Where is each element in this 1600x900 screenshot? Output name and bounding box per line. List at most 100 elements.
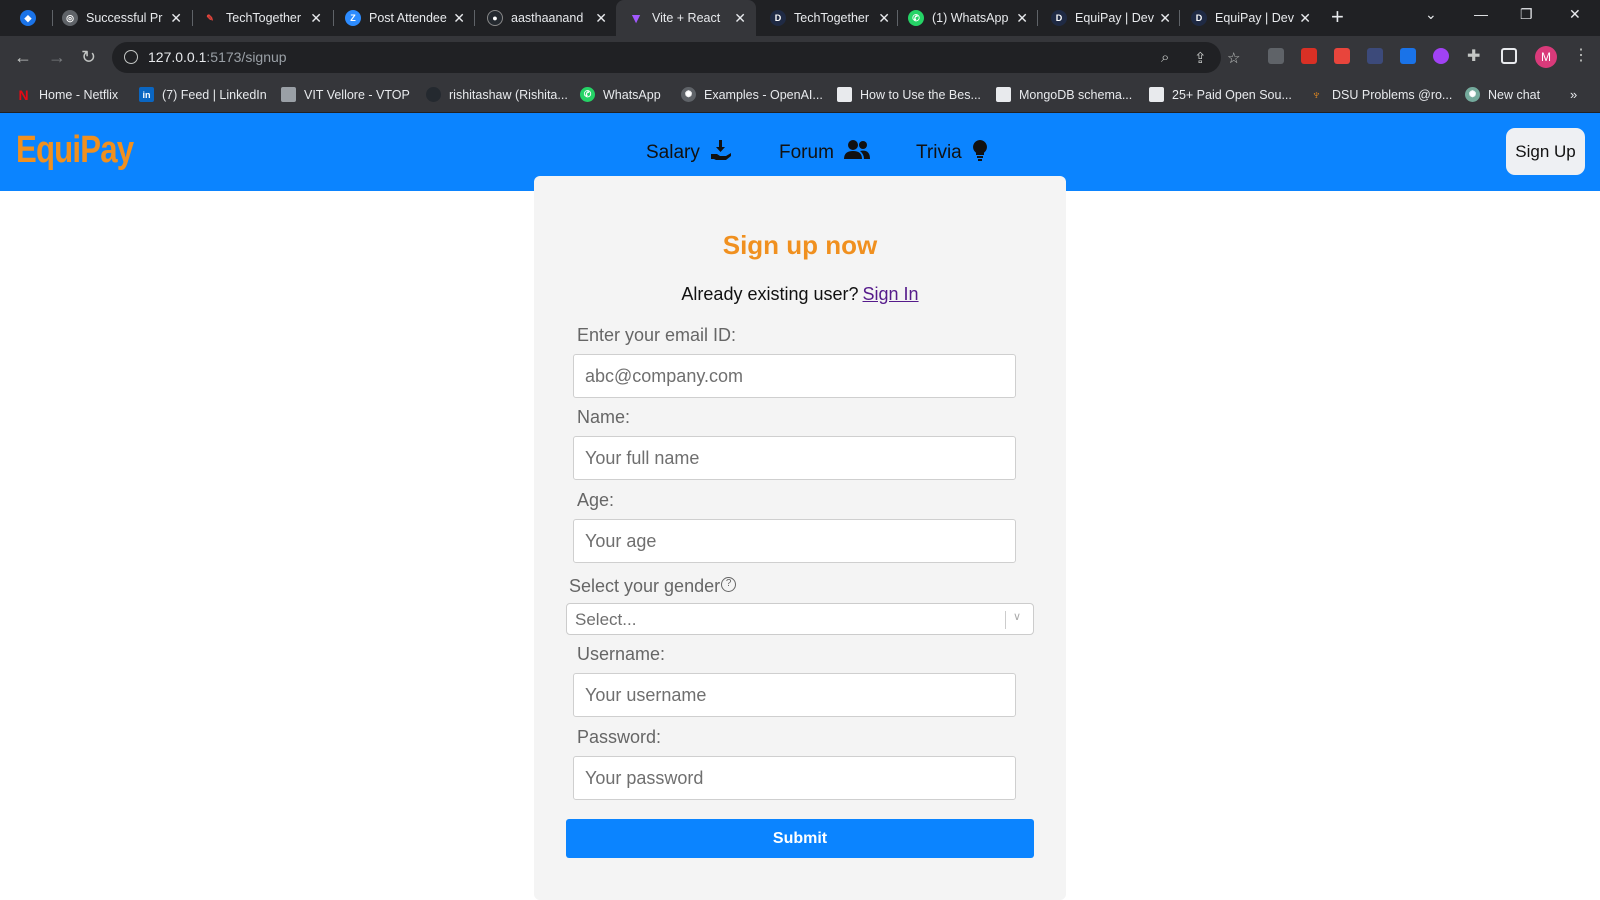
browser-tab-active[interactable]: ▼ Vite + React ✕ [616,0,756,36]
bookmark-item[interactable]: ✺ New chat [1465,87,1540,102]
bookmark-label: New chat [1488,87,1541,102]
close-icon[interactable]: ✕ [453,10,465,26]
chevron-down-icon[interactable]: ∨ [1013,610,1021,623]
existing-user-text: Already existing user? Sign In [534,284,1066,305]
nav-salary[interactable]: Salary [646,139,732,167]
bookmark-label: MongoDB schema... [1019,87,1133,102]
more-bookmarks-icon[interactable]: » [1570,87,1577,102]
whatsapp-icon: ✆ [580,87,595,102]
window-close-icon[interactable]: ✕ [1569,6,1581,23]
browser-tab-label: (1) WhatsApp [932,11,1009,25]
globe-icon: ◎ [62,10,78,26]
page-title: Sign up now [722,230,878,260]
close-icon[interactable]: ✕ [310,10,322,26]
name-field[interactable] [573,436,1016,480]
extension-icon[interactable] [1301,48,1317,64]
nav-forum[interactable]: Forum [779,139,870,167]
browser-tab[interactable]: ● aasthaanand ✕ [487,0,617,36]
extension-icon[interactable] [1334,48,1350,64]
bookmark-item[interactable]: ✆ WhatsApp [580,87,661,102]
restore-icon[interactable]: ❐ [1520,6,1533,23]
bookmark-star-icon[interactable]: ☆ [1227,49,1240,67]
bookmark-item[interactable]: How to Use the Bes... [837,87,981,102]
bookmarks-bar: N Home - Netflix in (7) Feed | LinkedIn … [0,79,1600,113]
close-icon[interactable]: ✕ [595,10,607,26]
address-bar[interactable]: 127.0.0.1:5173/signup ⌕ ⇪ ☆ [112,42,1240,73]
tab-search-icon[interactable]: ⌄ [1425,6,1437,23]
signup-card: Sign up now Already existing user? Sign I… [534,176,1066,900]
submit-button[interactable]: Submit [566,819,1034,858]
bookmark-item[interactable]: MongoDB schema... [996,87,1132,102]
extension-icon[interactable] [1400,48,1416,64]
username-field[interactable] [573,673,1016,717]
email-field[interactable] [573,354,1016,398]
browser-tab[interactable]: D EquiPay | Dev ✕ [1051,0,1181,36]
bookmark-item[interactable]: rishitashaw (Rishita... [426,87,568,102]
reload-icon[interactable]: ↻ [81,46,96,68]
password-field[interactable] [573,756,1016,800]
zoom-magnifier-icon[interactable]: ⌕ [1161,49,1169,66]
extension-icon[interactable] [1433,48,1449,64]
browser-tab[interactable]: ✆ (1) WhatsApp ✕ [908,0,1038,36]
share-icon[interactable]: ⇪ [1194,49,1207,67]
browser-tab[interactable]: D TechTogether ✕ [770,0,900,36]
age-label: Age: [577,490,615,510]
browser-tab-pinned[interactable]: ◆ [20,0,56,36]
side-panel-icon[interactable] [1501,48,1517,64]
gender-label-text: Select your gender [569,576,721,596]
browser-toolbar: ← → ↻ 127.0.0.1:5173/signup ⌕ ⇪ ☆ ✚ M ⋮ [0,36,1600,79]
bookmark-item[interactable]: N Home - Netflix [16,87,119,103]
browser-tab[interactable]: D EquiPay | Dev ✕ [1191,0,1321,36]
nav-label: Salary [646,142,700,163]
close-icon[interactable]: ✕ [170,10,182,26]
bookmark-item[interactable]: ✺ Examples - OpenAI... [681,87,823,102]
new-tab-button[interactable]: + [1331,6,1344,28]
extension-icon[interactable] [1268,48,1284,64]
age-field[interactable] [573,519,1016,563]
extension-icon[interactable] [1367,48,1383,64]
menu-kebab-icon[interactable]: ⋮ [1573,46,1589,66]
devpost-icon: D [770,10,786,26]
forward-icon[interactable]: → [48,46,66,68]
app-logo[interactable]: EquiPay [16,129,134,172]
nav-label: Trivia [916,142,962,163]
browser-tab[interactable]: ◎ Successful Pr ✕ [62,0,192,36]
email-label: Enter your email ID: [577,325,737,345]
bookmark-label: Home - Netflix [39,87,119,102]
select-separator [1005,611,1006,629]
bookmark-item[interactable]: VIT Vellore - VTOP [281,87,410,102]
bookmark-item[interactable]: in (7) Feed | LinkedIn [139,87,267,102]
help-icon[interactable]: ? [721,577,737,592]
close-icon[interactable]: ✕ [878,10,890,26]
users-icon [843,139,870,167]
browser-tab-label: TechTogether [226,11,302,25]
browser-tab-label: EquiPay | Dev [1075,11,1154,25]
techtogether-icon: ✎ [206,12,214,23]
code-icon: ♆ [1311,87,1322,102]
puzzle-icon[interactable]: ✚ [1467,46,1480,68]
existing-user-label: Already existing user? [681,284,859,304]
browser-tab[interactable]: ✎ TechTogether ✕ [202,0,332,36]
close-icon[interactable]: ✕ [734,10,746,26]
avatar[interactable]: M [1535,46,1557,68]
signin-link[interactable]: Sign In [863,284,919,304]
linkedin-icon: in [139,87,154,102]
close-icon[interactable]: ✕ [1159,10,1171,26]
gender-select[interactable]: Select... ∨ [566,603,1034,635]
page-icon [281,87,296,102]
minimize-icon[interactable]: — [1474,6,1488,22]
browser-tab[interactable]: Z Post Attendee ✕ [345,0,475,36]
gender-select-value: Select... [575,610,637,629]
header-signup-button[interactable]: Sign Up [1506,128,1585,175]
openai-icon: ✺ [1465,87,1480,102]
close-icon[interactable]: ✕ [1299,10,1311,26]
hand-money-icon [710,139,732,167]
site-info-icon[interactable] [124,50,138,64]
bookmark-item[interactable]: ♆ DSU Problems @ro... [1309,87,1453,102]
close-icon[interactable]: ✕ [1016,10,1028,26]
bookmark-label: WhatsApp [603,87,661,102]
back-icon[interactable]: ← [14,46,32,68]
bookmark-label: (7) Feed | LinkedIn [162,87,267,102]
nav-trivia[interactable]: Trivia [916,139,988,167]
bookmark-item[interactable]: 25+ Paid Open Sou... [1149,87,1292,102]
